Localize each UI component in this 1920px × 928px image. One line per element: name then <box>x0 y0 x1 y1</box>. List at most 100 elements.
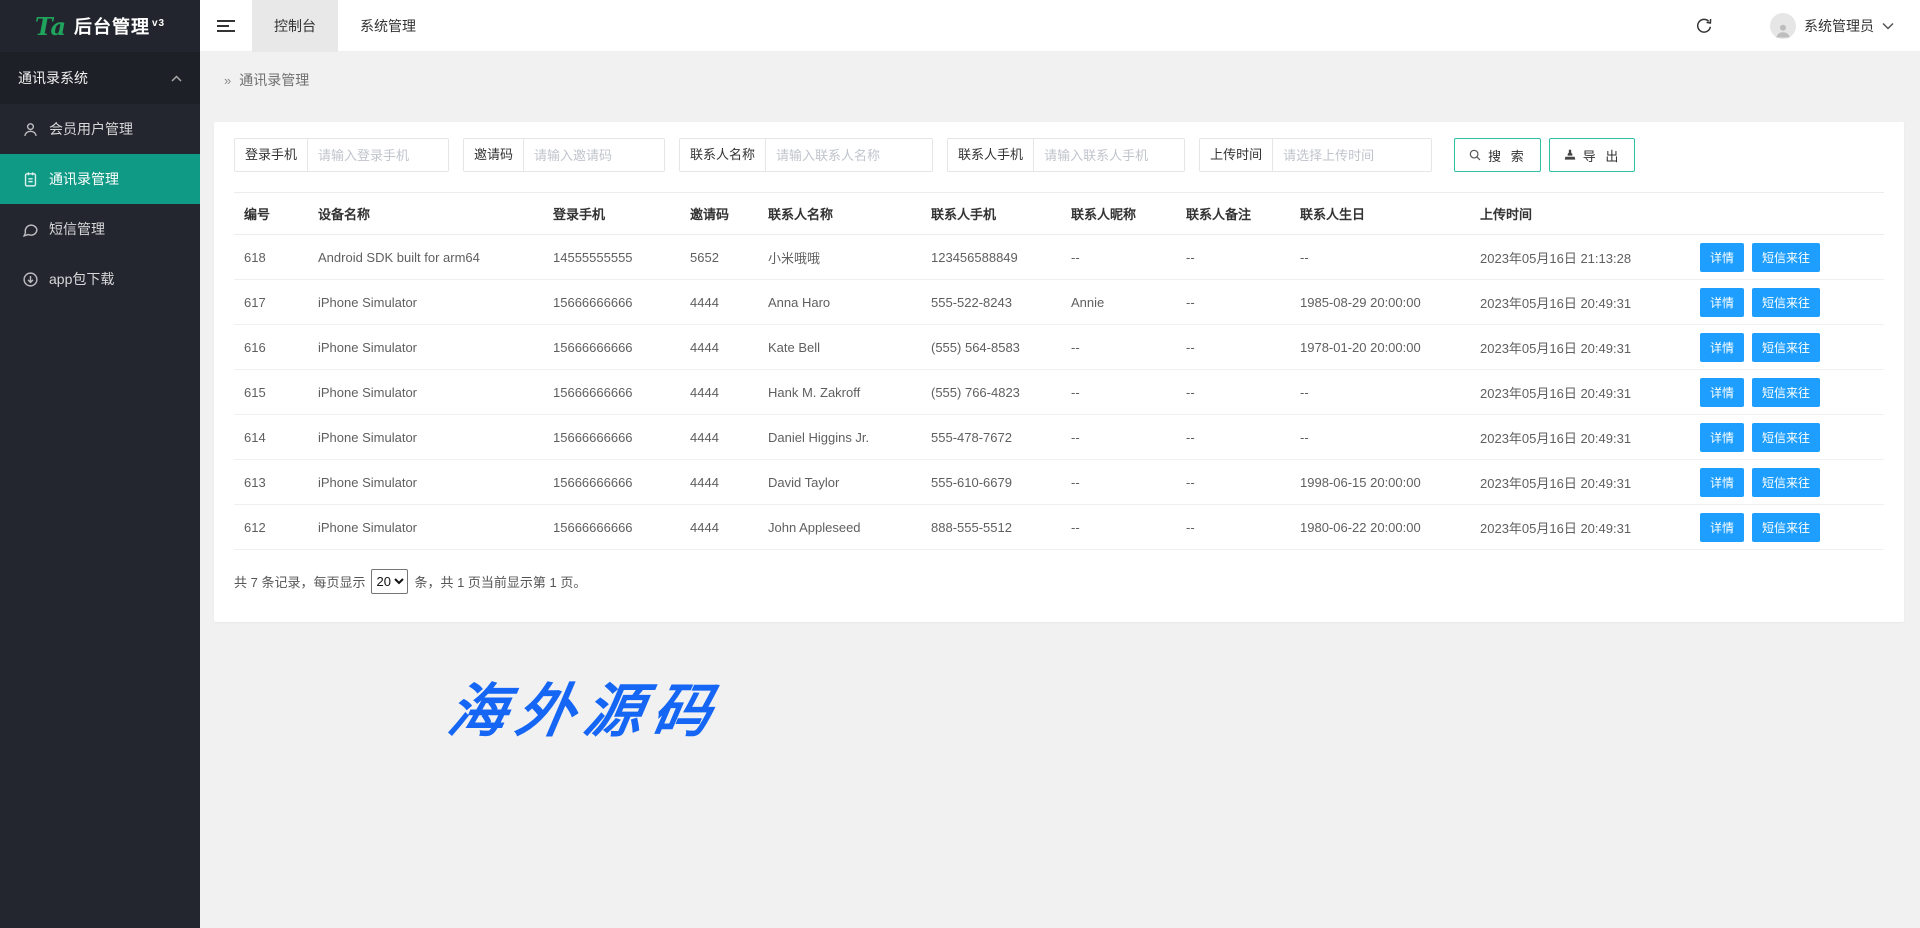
table-cell: -- <box>1061 415 1176 460</box>
sidebar-item-app-download[interactable]: app包下载 <box>0 254 200 304</box>
table-cell: -- <box>1290 235 1470 280</box>
sidebar-item-member-users[interactable]: 会员用户管理 <box>0 104 200 154</box>
user-menu[interactable]: 系统管理员 <box>1770 13 1894 39</box>
filter-bar: 登录手机 邀请码 联系人名称 联系人手机 上传时间 搜 索 <box>214 122 1904 172</box>
login-phone-input[interactable] <box>307 138 449 172</box>
filter-label: 联系人手机 <box>947 138 1033 172</box>
table-cell: iPhone Simulator <box>308 370 543 415</box>
search-button[interactable]: 搜 索 <box>1454 138 1541 172</box>
sms-history-button[interactable]: 短信来往 <box>1752 333 1820 362</box>
table-cell: (555) 564-8583 <box>921 325 1061 370</box>
col-header <box>1690 193 1884 235</box>
table-row: 615iPhone Simulator156666666664444Hank M… <box>234 370 1884 415</box>
table-cell: -- <box>1061 460 1176 505</box>
table-cell: 4444 <box>680 280 758 325</box>
table-wrap: 编号 设备名称 登录手机 邀请码 联系人名称 联系人手机 联系人昵称 联系人备注… <box>214 172 1904 550</box>
detail-button[interactable]: 详情 <box>1700 378 1744 407</box>
content-card: 登录手机 邀请码 联系人名称 联系人手机 上传时间 搜 索 <box>214 122 1904 622</box>
table-cell: 615 <box>234 370 308 415</box>
table-cell: -- <box>1290 415 1470 460</box>
app-title: 后台管理v3 <box>74 13 165 39</box>
table-cell: 613 <box>234 460 308 505</box>
table-row: 618Android SDK built for arm641455555555… <box>234 235 1884 280</box>
table-cell: -- <box>1290 370 1470 415</box>
col-header: 联系人昵称 <box>1061 193 1176 235</box>
filter-contact-name: 联系人名称 <box>679 138 933 172</box>
pagination-suffix: 条，共 1 页当前显示第 1 页。 <box>414 572 586 591</box>
table-header-row: 编号 设备名称 登录手机 邀请码 联系人名称 联系人手机 联系人昵称 联系人备注… <box>234 193 1884 235</box>
table-cell: 618 <box>234 235 308 280</box>
sidebar-section-label: 通讯录系统 <box>18 68 171 88</box>
table-row: 612iPhone Simulator156666666664444John A… <box>234 505 1884 550</box>
sidebar-item-label: 短信管理 <box>49 219 105 239</box>
sidebar-section-contacts-system[interactable]: 通讯录系统 <box>0 52 200 104</box>
table-cell: -- <box>1176 415 1290 460</box>
filter-label: 联系人名称 <box>679 138 765 172</box>
sidebar-toggle-icon[interactable] <box>200 0 252 52</box>
table-body: 618Android SDK built for arm641455555555… <box>234 235 1884 550</box>
col-header: 上传时间 <box>1470 193 1690 235</box>
table-cell: -- <box>1176 280 1290 325</box>
sms-history-button[interactable]: 短信来往 <box>1752 243 1820 272</box>
filter-upload-time: 上传时间 <box>1199 138 1432 172</box>
sidebar-item-label: 会员用户管理 <box>49 119 133 139</box>
table-cell: Anna Haro <box>758 280 921 325</box>
table-cell: 15666666666 <box>543 460 680 505</box>
filter-label: 上传时间 <box>1199 138 1272 172</box>
tab-label: 控制台 <box>274 16 316 36</box>
table-cell: 616 <box>234 325 308 370</box>
download-icon <box>22 271 39 288</box>
sms-history-button[interactable]: 短信来往 <box>1752 468 1820 497</box>
header-right: 系统管理员 <box>1684 0 1920 52</box>
sidebar: Ta 后台管理v3 通讯录系统 会员用户管理 通讯录管理 短信管理 app包下载 <box>0 0 200 928</box>
table-row: 617iPhone Simulator156666666664444Anna H… <box>234 280 1884 325</box>
table-cell: 123456588849 <box>921 235 1061 280</box>
sms-icon <box>22 221 39 238</box>
detail-button[interactable]: 详情 <box>1700 468 1744 497</box>
upload-time-input[interactable] <box>1272 138 1432 172</box>
detail-button[interactable]: 详情 <box>1700 288 1744 317</box>
sms-history-button[interactable]: 短信来往 <box>1752 378 1820 407</box>
pagination-prefix: 共 7 条记录，每页显示 <box>234 572 365 591</box>
sms-history-button[interactable]: 短信来往 <box>1752 513 1820 542</box>
row-actions: 详情短信来往 <box>1690 415 1884 460</box>
contacts-table: 编号 设备名称 登录手机 邀请码 联系人名称 联系人手机 联系人昵称 联系人备注… <box>234 192 1884 550</box>
filter-invite-code: 邀请码 <box>463 138 665 172</box>
contact-name-input[interactable] <box>765 138 933 172</box>
sidebar-item-contacts-management[interactable]: 通讯录管理 <box>0 154 200 204</box>
user-icon <box>22 121 39 138</box>
row-actions: 详情短信来往 <box>1690 325 1884 370</box>
table-cell: 612 <box>234 505 308 550</box>
detail-button[interactable]: 详情 <box>1700 513 1744 542</box>
invite-code-input[interactable] <box>523 138 665 172</box>
table-row: 614iPhone Simulator156666666664444Daniel… <box>234 415 1884 460</box>
table-cell: 1980-06-22 20:00:00 <box>1290 505 1470 550</box>
table-cell: 2023年05月16日 20:49:31 <box>1470 505 1690 550</box>
table-cell: -- <box>1176 370 1290 415</box>
col-header: 联系人生日 <box>1290 193 1470 235</box>
refresh-icon[interactable] <box>1684 0 1724 52</box>
sms-history-button[interactable]: 短信来往 <box>1752 288 1820 317</box>
col-header: 联系人名称 <box>758 193 921 235</box>
tab-console[interactable]: 控制台 <box>252 0 338 52</box>
sidebar-item-sms-management[interactable]: 短信管理 <box>0 204 200 254</box>
table-cell: 4444 <box>680 460 758 505</box>
table-cell: 15666666666 <box>543 325 680 370</box>
page-size-select[interactable]: 20 <box>371 569 408 594</box>
col-header: 登录手机 <box>543 193 680 235</box>
tab-label: 系统管理 <box>360 16 416 36</box>
row-actions: 详情短信来往 <box>1690 460 1884 505</box>
table-cell: 1978-01-20 20:00:00 <box>1290 325 1470 370</box>
export-button[interactable]: 导 出 <box>1549 138 1636 172</box>
sidebar-item-label: app包下载 <box>49 269 114 289</box>
detail-button[interactable]: 详情 <box>1700 423 1744 452</box>
table-cell: 小米哦哦 <box>758 235 921 280</box>
sms-history-button[interactable]: 短信来往 <box>1752 423 1820 452</box>
contact-phone-input[interactable] <box>1033 138 1185 172</box>
detail-button[interactable]: 详情 <box>1700 243 1744 272</box>
detail-button[interactable]: 详情 <box>1700 333 1744 362</box>
tab-system-management[interactable]: 系统管理 <box>338 0 438 52</box>
filter-login-phone: 登录手机 <box>234 138 449 172</box>
search-icon <box>1468 148 1482 162</box>
app-version: v3 <box>152 18 165 29</box>
